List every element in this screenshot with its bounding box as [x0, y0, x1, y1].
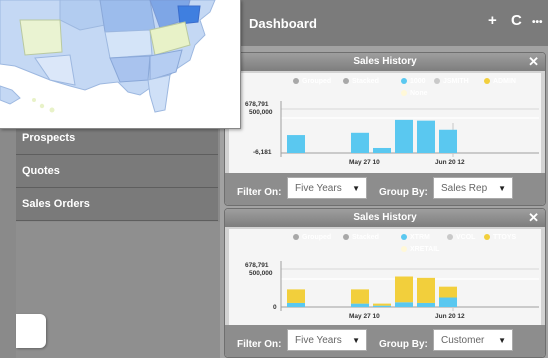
bar-1000-0	[287, 135, 305, 153]
sales-history-panel-2: Sales History ✕ Grouped Stacked XTRM VCO…	[224, 208, 546, 358]
x-tick-1: May 27 10	[349, 313, 380, 320]
group-select[interactable]: Customer ▼	[433, 329, 513, 351]
close-icon[interactable]: ✕	[528, 53, 539, 71]
group-select[interactable]: Sales Rep ▼	[433, 177, 513, 199]
bar-ttoys-2	[351, 289, 369, 304]
panel-toggle-tab[interactable]	[16, 314, 46, 348]
filter-label: Filter On:	[237, 187, 282, 198]
chart-area: Grouped Stacked XTRM VCOL TTOYS XRETAIL …	[229, 229, 541, 329]
bar-ttoys-6	[439, 286, 457, 298]
panel-footer: Filter On: Five Years ▼ Group By: Sales R…	[225, 173, 545, 205]
filter-select[interactable]: Five Years ▼	[287, 329, 367, 351]
group-label: Group By:	[379, 187, 428, 198]
bar-1000-5	[417, 120, 435, 153]
bar-1000-2	[351, 132, 369, 153]
caret-down-icon: ▼	[498, 336, 506, 345]
bar-xtrm-6	[439, 297, 457, 307]
bar-1000-3	[373, 147, 391, 153]
bars-series-1000	[287, 119, 457, 153]
map-graphic	[0, 0, 240, 128]
legend-grouped[interactable]: Grouped	[293, 78, 331, 85]
y-tick-top: 678,791	[245, 262, 269, 269]
legend-ttoys[interactable]: TTOYS	[484, 234, 516, 241]
bar-xtrm-4	[395, 302, 413, 307]
legend-admin[interactable]: ADMIN	[484, 78, 516, 85]
bar-xtrm-0	[287, 302, 305, 307]
filter-select[interactable]: Five Years ▼	[287, 177, 367, 199]
legend-stacked[interactable]: Stacked	[343, 234, 379, 241]
close-icon[interactable]: ✕	[528, 209, 539, 227]
caret-down-icon: ▼	[352, 184, 360, 193]
bar-ttoys-0	[287, 289, 305, 303]
y-tick-mid: 500,000	[249, 109, 273, 116]
x-tick-2: Jun 20 12	[435, 159, 465, 166]
chart-legend: Grouped Stacked 1000 JSMITH ADMIN None	[229, 75, 541, 101]
y-tick-top: 678,791	[245, 101, 269, 108]
us-map[interactable]	[0, 0, 241, 129]
bar-ttoys-5	[417, 277, 435, 303]
bar-ttoys-3	[373, 303, 391, 306]
legend-xtrm[interactable]: XTRM	[401, 234, 430, 241]
bars-stacked	[287, 276, 457, 307]
chart-area: Grouped Stacked 1000 JSMITH ADMIN None 6…	[229, 73, 541, 173]
sales-history-panel: Sales History ✕ Grouped Stacked 1000 JSM…	[224, 52, 546, 206]
x-tick-1: May 27 10	[349, 159, 380, 166]
panel-header: Sales History ✕	[225, 53, 545, 71]
bar-xtrm-3	[373, 305, 391, 307]
refresh-icon[interactable]: C	[511, 12, 522, 29]
bar-1000-6	[439, 129, 457, 153]
legend-none[interactable]: None	[401, 90, 428, 97]
sidebar-empty-area	[16, 222, 220, 358]
panel-title: Sales History	[353, 56, 417, 67]
more-icon[interactable]: •••	[532, 17, 543, 28]
chart-legend: Grouped Stacked XTRM VCOL TTOYS XRETAIL	[229, 231, 541, 257]
legend-xretail[interactable]: XRETAIL	[401, 246, 439, 253]
panel-header: Sales History ✕	[225, 209, 545, 227]
legend-stacked[interactable]: Stacked	[343, 78, 379, 85]
y-tick-mid: 500,000	[249, 270, 273, 277]
caret-down-icon: ▼	[352, 336, 360, 345]
panel-footer: Filter On: Five Years ▼ Group By: Custome…	[225, 325, 545, 357]
y-tick-bottom: 0	[273, 304, 277, 311]
bar-xtrm-5	[417, 302, 435, 307]
bar-xtrm-2	[351, 303, 369, 307]
group-label: Group By:	[379, 339, 428, 350]
add-icon[interactable]: +	[488, 12, 497, 29]
legend-jsmith[interactable]: JSMITH	[434, 78, 469, 85]
legend-1000[interactable]: 1000	[401, 78, 426, 85]
filter-label: Filter On:	[237, 339, 282, 350]
bar-1000-4	[395, 119, 413, 153]
y-tick-bottom: -6,181	[253, 149, 272, 156]
caret-down-icon: ▼	[498, 184, 506, 193]
bar-ttoys-4	[395, 276, 413, 303]
legend-vcol[interactable]: VCOL	[447, 234, 475, 241]
page-title: Dashboard	[249, 16, 317, 31]
x-tick-2: Jun 20 12	[435, 313, 465, 320]
legend-grouped[interactable]: Grouped	[293, 234, 331, 241]
nav-item-quotes[interactable]: Quotes	[16, 155, 218, 188]
nav-item-sales-orders[interactable]: Sales Orders	[16, 188, 218, 221]
panel-title: Sales History	[353, 212, 417, 223]
